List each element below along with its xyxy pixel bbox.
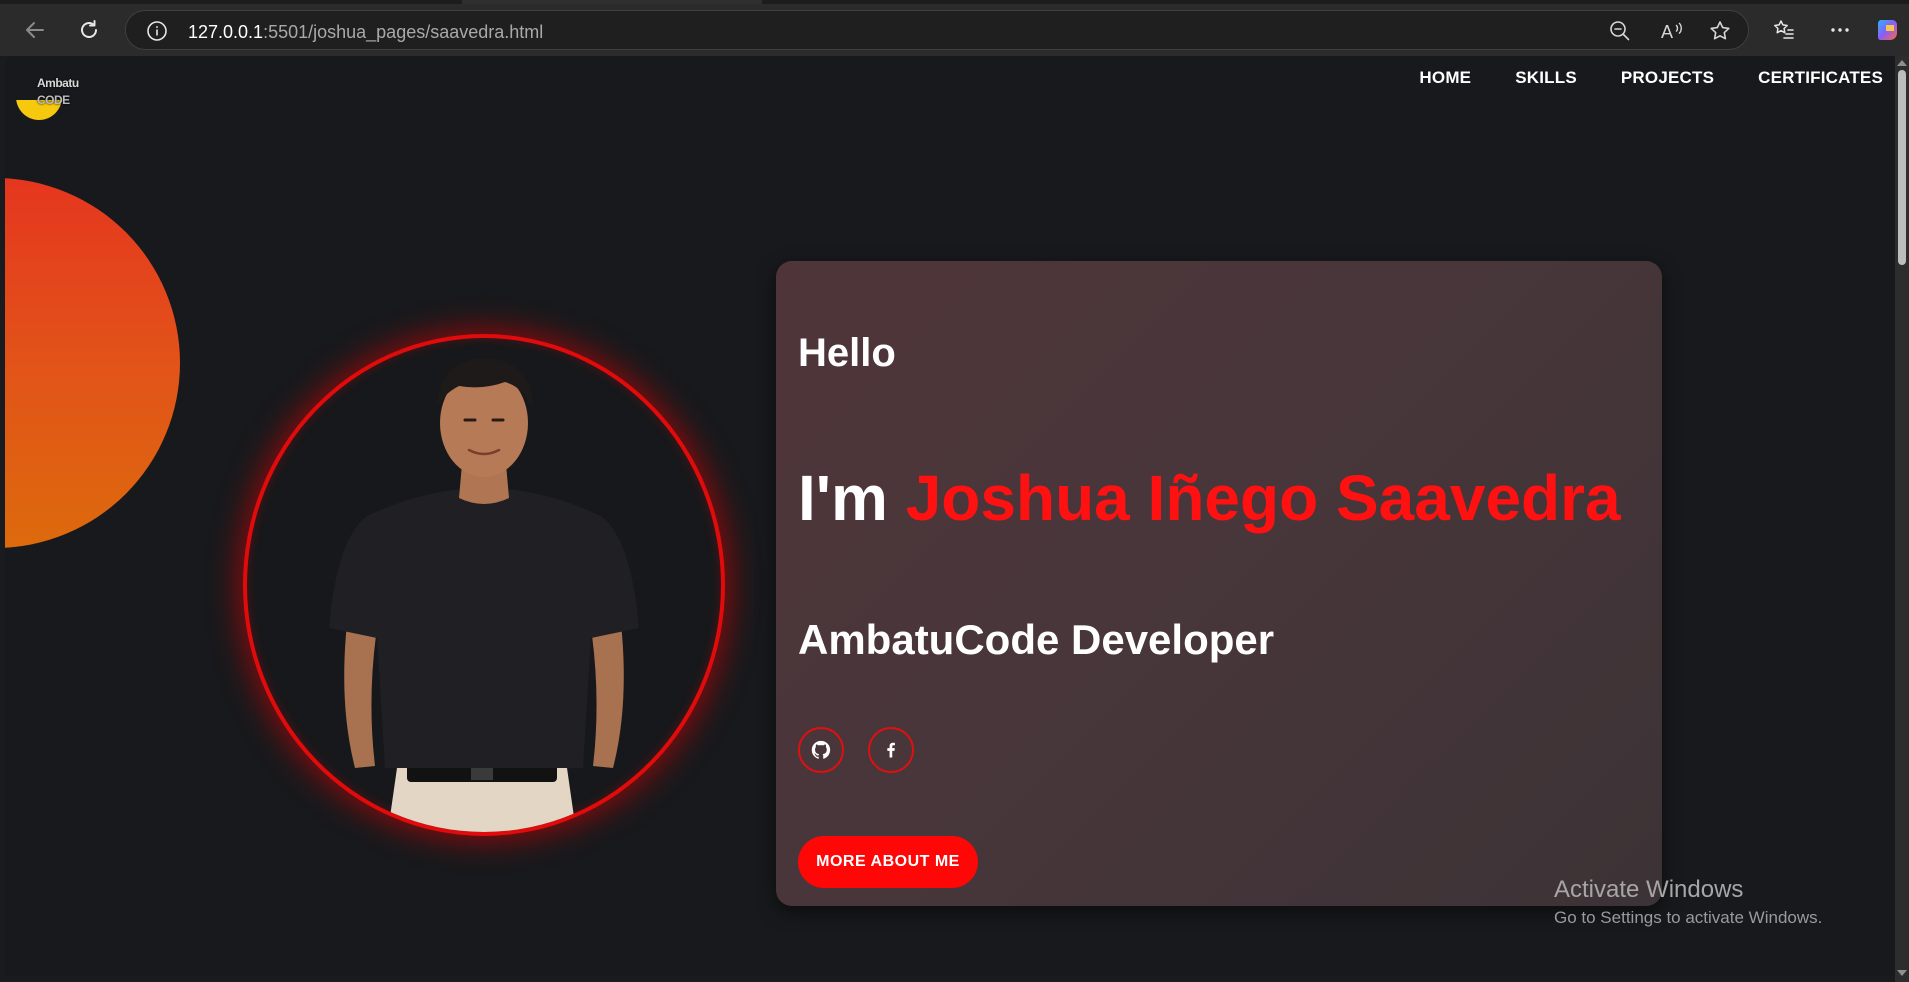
favorite-star-icon[interactable] <box>1708 19 1732 48</box>
svg-text:A: A <box>1661 22 1673 42</box>
browser-toolbar: 127.0.0.1:5501/joshua_pages/saavedra.htm… <box>0 4 1909 56</box>
url-path: :5501/joshua_pages/saavedra.html <box>263 22 544 42</box>
url-text[interactable]: 127.0.0.1:5501/joshua_pages/saavedra.htm… <box>188 22 543 43</box>
github-button[interactable] <box>798 727 844 773</box>
watermark-title: Activate Windows <box>1554 876 1744 903</box>
scroll-up-icon[interactable] <box>1897 60 1907 66</box>
info-icon[interactable] <box>146 20 168 47</box>
github-icon <box>811 740 831 759</box>
greeting-heading: Hello <box>798 331 896 375</box>
nav-projects[interactable]: PROJECTS <box>1621 68 1714 88</box>
logo-text-top: Ambatu <box>37 76 79 90</box>
copilot-icon[interactable] <box>1869 4 1909 56</box>
scrollbar-thumb[interactable] <box>1898 70 1906 265</box>
developer-name: Joshua Iñego Saavedra <box>905 462 1621 534</box>
main-nav: HOME SKILLS PROJECTS CERTIFICATES <box>1419 68 1883 88</box>
scroll-down-icon[interactable] <box>1897 970 1907 976</box>
more-about-me-button[interactable]: MORE ABOUT ME <box>798 836 978 888</box>
intro-heading: I'm Joshua Iñego Saavedra <box>798 461 1621 535</box>
refresh-icon[interactable] <box>67 4 111 56</box>
url-host: 127.0.0.1 <box>188 22 264 42</box>
site-logo[interactable]: Ambatu CODE <box>10 64 79 124</box>
person-illustration <box>329 358 639 832</box>
intro-prefix: I'm <box>798 462 888 534</box>
facebook-button[interactable] <box>868 727 914 773</box>
watermark-subtitle: Go to Settings to activate Windows. <box>1554 908 1823 927</box>
read-aloud-icon[interactable]: A <box>1659 19 1685 48</box>
intro-card: Hello I'm Joshua Iñego Saavedra AmbatuCo… <box>776 261 1662 906</box>
address-bar[interactable]: 127.0.0.1:5501/joshua_pages/saavedra.htm… <box>125 10 1749 50</box>
decorative-orange-circle <box>5 178 180 548</box>
zoom-out-icon[interactable] <box>1608 19 1632 48</box>
role-title: AmbatuCode Developer <box>798 616 1275 663</box>
nav-skills[interactable]: SKILLS <box>1515 68 1577 88</box>
windows-activation-watermark: Activate Windows Go to Settings to activ… <box>1554 876 1822 928</box>
back-icon[interactable] <box>13 4 57 56</box>
nav-home[interactable]: HOME <box>1419 68 1471 88</box>
logo-text-bottom: CODE <box>37 93 70 107</box>
more-icon[interactable] <box>1818 4 1862 56</box>
page-scrollbar[interactable] <box>1895 56 1909 982</box>
favorites-list-icon[interactable] <box>1762 4 1806 56</box>
profile-photo <box>243 334 725 836</box>
page-viewport: Ambatu CODE HOME SKILLS PROJECTS CERTIFI… <box>5 56 1895 976</box>
nav-certificates[interactable]: CERTIFICATES <box>1758 68 1883 88</box>
facebook-icon <box>887 742 895 758</box>
